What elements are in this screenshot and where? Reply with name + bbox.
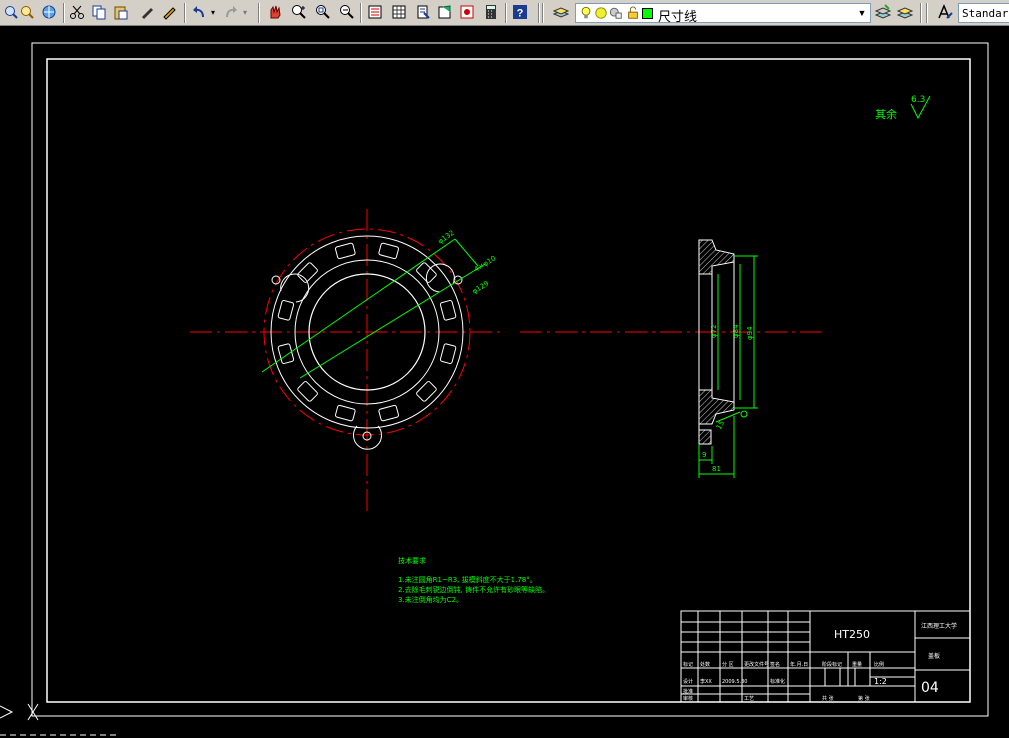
title-block-cell: 批准 — [683, 688, 693, 695]
title-block-cell: 标准化 — [770, 678, 785, 685]
paste-icon[interactable] — [112, 3, 130, 21]
title-block-cell: 标记 — [683, 661, 693, 668]
svg-text:?: ? — [517, 8, 524, 20]
pan-icon[interactable] — [266, 3, 284, 21]
toolbar-separator — [920, 3, 922, 23]
text-style-icon[interactable] — [936, 3, 954, 21]
toolbar-separator — [258, 3, 260, 23]
match-properties-icon[interactable] — [138, 3, 156, 21]
roughness-label: 其余 — [875, 107, 897, 121]
copy-icon[interactable] — [90, 3, 108, 21]
zoom-realtime-icon[interactable] — [290, 3, 308, 21]
zoom-previous-icon[interactable] — [338, 3, 356, 21]
lock-icon — [626, 6, 640, 25]
redo-icon[interactable] — [222, 3, 240, 21]
title-block-cell: 阶段标记 — [822, 661, 842, 668]
title-block-cell: 签名 — [770, 661, 780, 668]
notes-title: 技术要求 — [398, 556, 426, 565]
layer-manager-icon[interactable] — [552, 3, 570, 21]
note-2: 2.去除毛刺锐边倒钝, 铸件不允许有砂眼等缺陷。 — [398, 585, 549, 594]
block-editor-icon[interactable] — [160, 3, 178, 21]
scale: 1:2 — [874, 677, 887, 686]
title-block-cell: 共 张 — [822, 695, 834, 702]
title-block-cell: 处数 — [700, 661, 710, 668]
note-3: 3.未注倒角均为C2。 — [398, 595, 463, 604]
toolbar-separator — [538, 3, 540, 23]
globe-icon[interactable] — [40, 3, 58, 21]
dim-9: 9 — [702, 451, 706, 459]
tool-palettes-icon[interactable] — [414, 3, 432, 21]
title-block-cell: 李XX — [700, 678, 712, 685]
dim-72: φ72 — [710, 324, 718, 338]
viewport-freeze-icon — [609, 6, 623, 25]
calculator-icon[interactable] — [482, 3, 500, 21]
undo-dropdown-icon[interactable]: ▾ — [208, 3, 218, 21]
markup-icon[interactable] — [436, 3, 454, 21]
title-block-cell: 重量 — [852, 661, 862, 668]
title-block-cell: 比例 — [874, 661, 884, 668]
roughness-value: 6.3 — [911, 95, 925, 105]
layer-previous-icon[interactable] — [896, 3, 914, 21]
toolbar-grip — [926, 3, 928, 23]
text-style-dropdown[interactable]: Standard — [958, 3, 1009, 23]
dim-84: φ84 — [732, 324, 740, 338]
title-block-cell: 第 张 — [858, 695, 870, 702]
drawing-number: 04 — [921, 680, 939, 696]
sheet-set-icon[interactable] — [458, 3, 476, 21]
title-block-cell: 分 区 — [722, 661, 734, 668]
current-layer-name: 尺寸线 — [658, 9, 698, 24]
title-block-cell: 审核 — [683, 695, 693, 702]
properties-icon[interactable] — [366, 3, 384, 21]
standard-toolbar: ▾ ▾ ? 尺寸线 ▼ Standard — [0, 0, 1009, 26]
toolbar-separator — [184, 3, 186, 23]
design-center-icon[interactable] — [390, 3, 408, 21]
toolbar-separator — [63, 3, 65, 23]
title-block-cell: 2009.5.30 — [722, 679, 747, 685]
title-block-cell: 更改文件号 — [744, 661, 769, 668]
material: HT250 — [834, 628, 870, 641]
drawing-canvas[interactable]: 其余 6.3 φ132 4×φ10 φ129 φ72 φ84 φ94 9 81 … — [0, 26, 1009, 738]
school-name: 江西理工大学 — [921, 622, 957, 630]
sun-icon — [594, 6, 608, 25]
toolbar-separator — [360, 3, 362, 23]
make-layer-current-icon[interactable] — [874, 3, 892, 21]
text-style-name: Standard — [962, 7, 1009, 20]
title-block-cell: 设计 — [683, 678, 693, 685]
note-1: 1.未注圆角R1~R3, 拔模斜度不大于1.78°。 — [398, 575, 537, 584]
title-block-cell: 年.月.日 — [790, 661, 808, 668]
layer-dropdown[interactable]: 尺寸线 ▼ — [575, 3, 871, 25]
chevron-down-icon[interactable]: ▼ — [856, 6, 868, 20]
title-block-cell: 工艺 — [744, 696, 754, 702]
zoom-window-icon[interactable] — [314, 3, 332, 21]
model-space[interactable]: 其余 6.3 φ132 4×φ10 φ129 φ72 φ84 φ94 9 81 … — [0, 26, 1009, 738]
pan-realtime-icon[interactable] — [18, 3, 36, 21]
section-hatch-lug — [698, 429, 712, 445]
layer-color-swatch — [642, 8, 653, 19]
undo-icon[interactable] — [190, 3, 208, 21]
lightbulb-icon — [579, 6, 593, 25]
toolbar-separator — [505, 3, 507, 23]
dim-94: φ94 — [746, 326, 754, 340]
part-name: 盖板 — [928, 652, 940, 660]
cut-icon[interactable] — [68, 3, 86, 21]
redo-dropdown-icon[interactable]: ▾ — [240, 3, 250, 21]
toolbar-grip — [542, 3, 544, 23]
help-icon[interactable]: ? — [511, 3, 529, 21]
dim-81: 81 — [712, 465, 721, 473]
